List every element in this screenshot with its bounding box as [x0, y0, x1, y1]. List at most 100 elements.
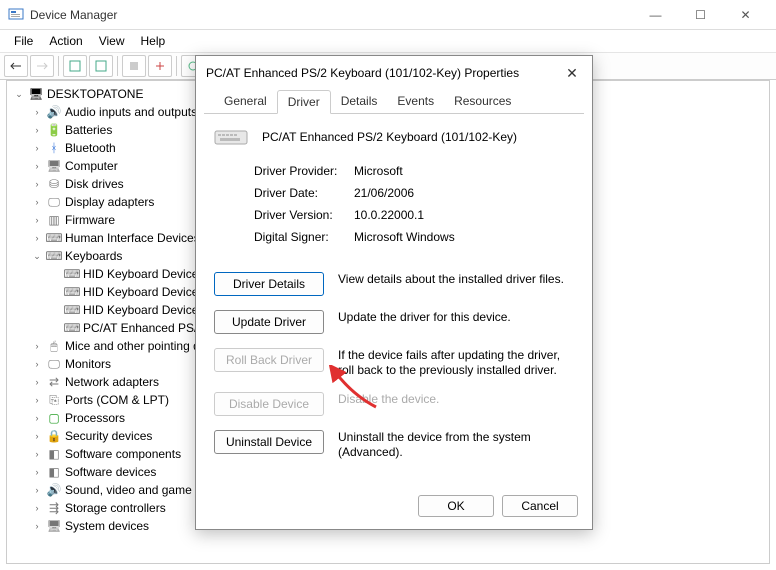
chevron-right-icon[interactable]: › — [31, 502, 43, 514]
tree-label: Monitors — [65, 355, 111, 373]
button-description: Uninstall the device from the system (Ad… — [338, 430, 574, 460]
menu-file[interactable]: File — [6, 32, 41, 50]
chevron-right-icon[interactable]: › — [31, 448, 43, 460]
device-icon: ▥ — [46, 212, 62, 228]
tool-icon[interactable] — [63, 55, 87, 77]
device-icon: 🖱 — [46, 338, 62, 354]
update-driver-button[interactable]: Update Driver — [214, 310, 324, 334]
driver-details-button[interactable]: Driver Details — [214, 272, 324, 296]
menubar: File Action View Help — [0, 30, 776, 52]
info-label: Driver Provider: — [254, 164, 354, 186]
chevron-right-icon[interactable]: › — [31, 196, 43, 208]
chevron-right-icon[interactable]: › — [31, 520, 43, 532]
driver-info: Driver Provider:Microsoft Driver Date:21… — [254, 164, 574, 252]
device-icon: ⌨ — [64, 284, 80, 300]
tool-icon[interactable] — [122, 55, 146, 77]
device-icon: ◧ — [46, 464, 62, 480]
tree-label: Keyboards — [65, 247, 122, 265]
button-description: If the device fails after updating the d… — [338, 348, 574, 378]
tab-events[interactable]: Events — [387, 90, 444, 113]
chevron-right-icon[interactable]: › — [31, 466, 43, 478]
tab-driver[interactable]: Driver — [277, 90, 331, 114]
keyboard-icon: ⌨ — [46, 248, 62, 264]
button-description: View details about the installed driver … — [338, 272, 574, 287]
tree-label: Software components — [65, 445, 181, 463]
tool-icon[interactable] — [148, 55, 172, 77]
tree-label: System devices — [65, 517, 149, 535]
device-icon: ⛁ — [46, 176, 62, 192]
maximize-button[interactable]: ☐ — [678, 0, 723, 30]
tree-root-label: DESKTOPATONE — [47, 85, 143, 103]
device-icon: 🔒 — [46, 428, 62, 444]
tree-label: Bluetooth — [65, 139, 116, 157]
chevron-right-icon[interactable]: › — [31, 394, 43, 406]
tree-label: Computer — [65, 157, 118, 175]
chevron-right-icon[interactable]: › — [31, 160, 43, 172]
cancel-button[interactable]: Cancel — [502, 495, 578, 517]
tool-icon[interactable] — [89, 55, 113, 77]
info-label: Digital Signer: — [254, 230, 354, 252]
titlebar: Device Manager — ☐ ✕ — [0, 0, 776, 30]
device-icon: 🖵 — [46, 356, 62, 372]
menu-action[interactable]: Action — [41, 32, 90, 50]
chevron-right-icon[interactable] — [49, 322, 61, 334]
tab-resources[interactable]: Resources — [444, 90, 521, 113]
close-button[interactable]: ✕ — [723, 0, 768, 30]
chevron-right-icon[interactable] — [49, 286, 61, 298]
chevron-right-icon[interactable] — [49, 304, 61, 316]
tree-label: Ports (COM & LPT) — [65, 391, 169, 409]
chevron-down-icon[interactable]: ⌄ — [13, 88, 25, 100]
keyboard-icon — [214, 128, 248, 146]
dialog-titlebar[interactable]: PC/AT Enhanced PS/2 Keyboard (101/102-Ke… — [196, 56, 592, 90]
button-description: Disable the device. — [338, 392, 574, 407]
forward-button[interactable] — [30, 55, 54, 77]
chevron-right-icon[interactable] — [49, 268, 61, 280]
chevron-right-icon[interactable]: › — [31, 232, 43, 244]
info-label: Driver Version: — [254, 208, 354, 230]
chevron-right-icon[interactable]: › — [31, 142, 43, 154]
chevron-right-icon[interactable]: › — [31, 430, 43, 442]
device-icon: 🔊 — [46, 104, 62, 120]
app-icon — [8, 7, 24, 23]
device-icon: ⌨ — [64, 302, 80, 318]
tree-label: Audio inputs and outputs — [65, 103, 197, 121]
tab-details[interactable]: Details — [331, 90, 388, 113]
info-value: Microsoft Windows — [354, 230, 455, 252]
chevron-right-icon[interactable]: › — [31, 214, 43, 226]
chevron-right-icon[interactable]: › — [31, 376, 43, 388]
info-value: 10.0.22000.1 — [354, 208, 424, 230]
chevron-right-icon[interactable]: › — [31, 412, 43, 424]
device-icon: 🔊 — [46, 482, 62, 498]
chevron-right-icon[interactable]: › — [31, 106, 43, 118]
tree-label: Batteries — [65, 121, 112, 139]
device-icon: ⌨ — [64, 320, 80, 336]
chevron-down-icon[interactable]: ⌄ — [31, 250, 43, 262]
tree-label: Human Interface Devices — [65, 229, 200, 247]
tree-label: HID Keyboard Device — [83, 265, 198, 283]
tree-label: Security devices — [65, 427, 152, 445]
tree-label: HID Keyboard Device — [83, 283, 198, 301]
chevron-right-icon[interactable]: › — [31, 340, 43, 352]
dialog-title: PC/AT Enhanced PS/2 Keyboard (101/102-Ke… — [206, 66, 562, 80]
chevron-right-icon[interactable]: › — [31, 484, 43, 496]
chevron-right-icon[interactable]: › — [31, 178, 43, 190]
device-name: PC/AT Enhanced PS/2 Keyboard (101/102-Ke… — [262, 130, 517, 144]
tab-strip: General Driver Details Events Resources — [204, 90, 584, 114]
back-button[interactable] — [4, 55, 28, 77]
tree-label: Network adapters — [65, 373, 159, 391]
computer-icon: 🖥 — [28, 86, 44, 102]
properties-dialog: PC/AT Enhanced PS/2 Keyboard (101/102-Ke… — [195, 55, 593, 530]
rollback-driver-button: Roll Back Driver — [214, 348, 324, 372]
tab-general[interactable]: General — [214, 90, 277, 113]
menu-view[interactable]: View — [91, 32, 133, 50]
minimize-button[interactable]: — — [633, 0, 678, 30]
device-icon: ⌨ — [46, 230, 62, 246]
chevron-right-icon[interactable]: › — [31, 358, 43, 370]
chevron-right-icon[interactable]: › — [31, 124, 43, 136]
ok-button[interactable]: OK — [418, 495, 494, 517]
uninstall-device-button[interactable]: Uninstall Device — [214, 430, 324, 454]
device-icon: 🖵 — [46, 194, 62, 210]
dialog-close-button[interactable]: ✕ — [562, 65, 582, 82]
tree-label: Display adapters — [65, 193, 154, 211]
menu-help[interactable]: Help — [133, 32, 174, 50]
